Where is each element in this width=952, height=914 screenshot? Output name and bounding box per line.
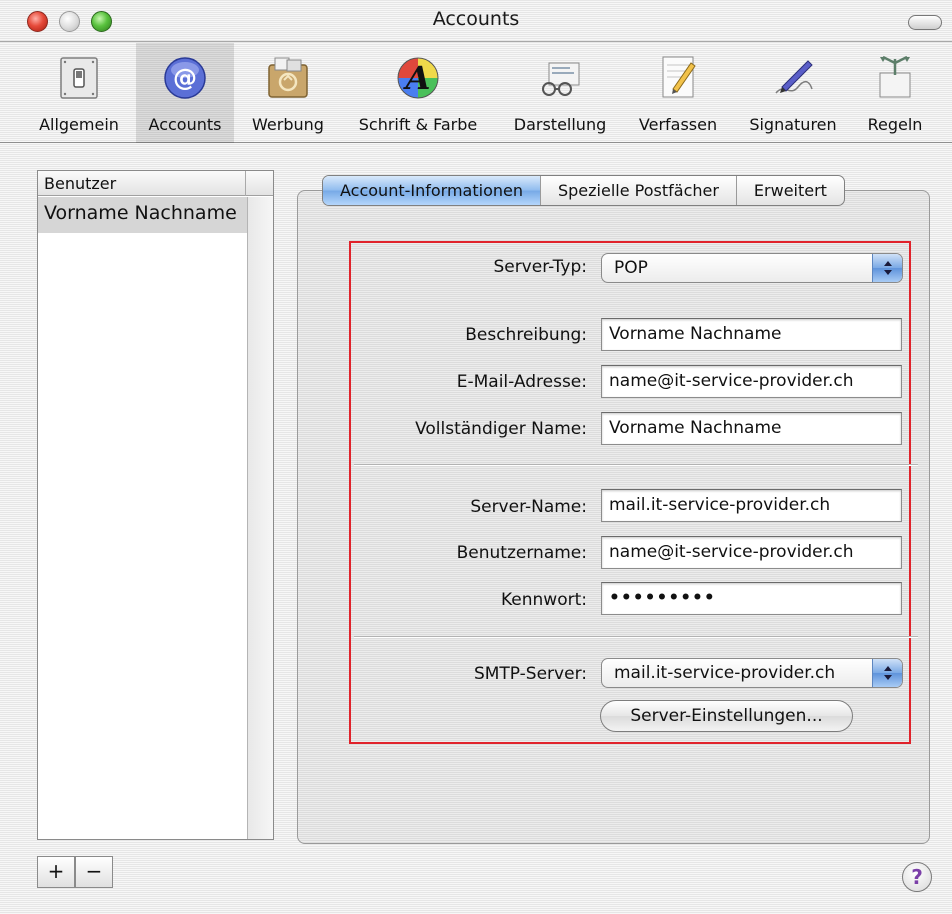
viewing-glasses-icon bbox=[542, 62, 580, 96]
toolbar-item-verfassen[interactable]: Verfassen bbox=[628, 43, 728, 143]
password-label: Kennwort: bbox=[501, 590, 587, 610]
smtp-server-label: SMTP-Server: bbox=[473, 664, 587, 684]
list-header-label: Benutzer bbox=[44, 174, 117, 193]
updown-arrows-icon bbox=[884, 666, 892, 680]
toolbar-item-regeln[interactable]: Regeln bbox=[855, 43, 935, 143]
smtp-server-popup[interactable]: mail.it-service-provider.ch bbox=[601, 658, 903, 688]
toolbar-item-accounts[interactable]: @ Accounts bbox=[136, 43, 234, 143]
toolbar-item-werbung[interactable]: Werbung bbox=[242, 43, 334, 143]
server-name-label: Server-Name: bbox=[470, 497, 587, 517]
signature-pen-icon bbox=[775, 60, 813, 94]
full-name-label: Vollständiger Name: bbox=[415, 419, 587, 439]
general-switch-icon bbox=[60, 57, 98, 99]
toolbar-item-signaturen[interactable]: Signaturen bbox=[737, 43, 849, 143]
popup-stepper bbox=[872, 254, 902, 282]
toolbar-label-allgemein: Allgemein bbox=[39, 115, 119, 134]
toolbar-label-werbung: Werbung bbox=[252, 115, 324, 134]
list-item[interactable]: Vorname Nachname bbox=[38, 197, 247, 233]
email-field[interactable]: name@it-service-provider.ch bbox=[601, 365, 902, 398]
server-type-popup[interactable]: POP bbox=[601, 253, 903, 283]
toolbar-item-darstellung[interactable]: Darstellung bbox=[500, 43, 620, 143]
accounts-list[interactable]: Benutzer Vorname Nachname bbox=[37, 170, 274, 840]
toolbar-toggle-button[interactable] bbox=[908, 15, 942, 30]
password-field[interactable]: ••••••••• bbox=[601, 582, 902, 615]
full-name-field[interactable]: Vorname Nachname bbox=[601, 412, 902, 445]
window-title: Accounts bbox=[432, 8, 520, 30]
account-name: Vorname Nachname bbox=[44, 202, 237, 224]
toolbar-label-signaturen: Signaturen bbox=[749, 115, 837, 134]
server-settings-button[interactable]: Server-Einstellungen... bbox=[600, 700, 853, 732]
svg-text:@: @ bbox=[173, 64, 197, 92]
username-field[interactable]: name@it-service-provider.ch bbox=[601, 536, 902, 569]
tab-account-informationen[interactable]: Account-Informationen bbox=[323, 176, 540, 205]
rules-icon bbox=[879, 55, 911, 98]
tab-spezielle-postfaecher[interactable]: Spezielle Postfächer bbox=[539, 176, 736, 205]
server-name-field[interactable]: mail.it-service-provider.ch bbox=[601, 489, 902, 522]
font-color-icon: A bbox=[397, 57, 439, 99]
tab-bar: Account-Informationen Spezielle Postfäch… bbox=[322, 175, 845, 206]
help-button[interactable]: ? bbox=[902, 862, 932, 892]
junk-mail-icon bbox=[268, 57, 308, 98]
accounts-list-header[interactable]: Benutzer bbox=[38, 171, 273, 196]
updown-arrows-icon bbox=[884, 261, 892, 275]
svg-text:A: A bbox=[403, 59, 431, 97]
add-account-button[interactable]: + bbox=[37, 856, 75, 888]
at-sign-icon: @ bbox=[164, 57, 206, 99]
column-divider bbox=[245, 171, 246, 196]
toolbar-label-schrift-farbe: Schrift & Farbe bbox=[358, 115, 478, 134]
preferences-toolbar: Allgemein @ Accounts Werbung A Schrift &… bbox=[0, 43, 952, 143]
list-scrollbar[interactable] bbox=[247, 197, 273, 839]
toolbar-label-verfassen: Verfassen bbox=[638, 115, 718, 134]
username-label: Benutzername: bbox=[456, 543, 587, 563]
separator bbox=[354, 464, 918, 466]
separator bbox=[354, 636, 918, 638]
toolbar-label-accounts: Accounts bbox=[148, 115, 222, 134]
tab-erweitert[interactable]: Erweitert bbox=[735, 176, 844, 205]
title-bar: Accounts bbox=[0, 0, 952, 42]
toolbar-label-regeln: Regeln bbox=[867, 115, 923, 134]
server-type-value: POP bbox=[614, 258, 648, 278]
popup-stepper bbox=[872, 659, 902, 687]
server-type-label: Server-Typ: bbox=[493, 257, 587, 277]
description-field[interactable]: Vorname Nachname bbox=[601, 318, 902, 351]
description-label: Beschreibung: bbox=[465, 325, 587, 345]
smtp-server-value: mail.it-service-provider.ch bbox=[614, 663, 836, 683]
compose-pencil-icon bbox=[662, 56, 696, 98]
toolbar-item-allgemein[interactable]: Allgemein bbox=[22, 43, 136, 143]
remove-account-button[interactable]: − bbox=[75, 856, 113, 888]
email-label: E-Mail-Adresse: bbox=[456, 372, 587, 392]
toolbar-item-schrift-farbe[interactable]: A Schrift & Farbe bbox=[343, 43, 493, 143]
toolbar-label-darstellung: Darstellung bbox=[513, 115, 607, 134]
